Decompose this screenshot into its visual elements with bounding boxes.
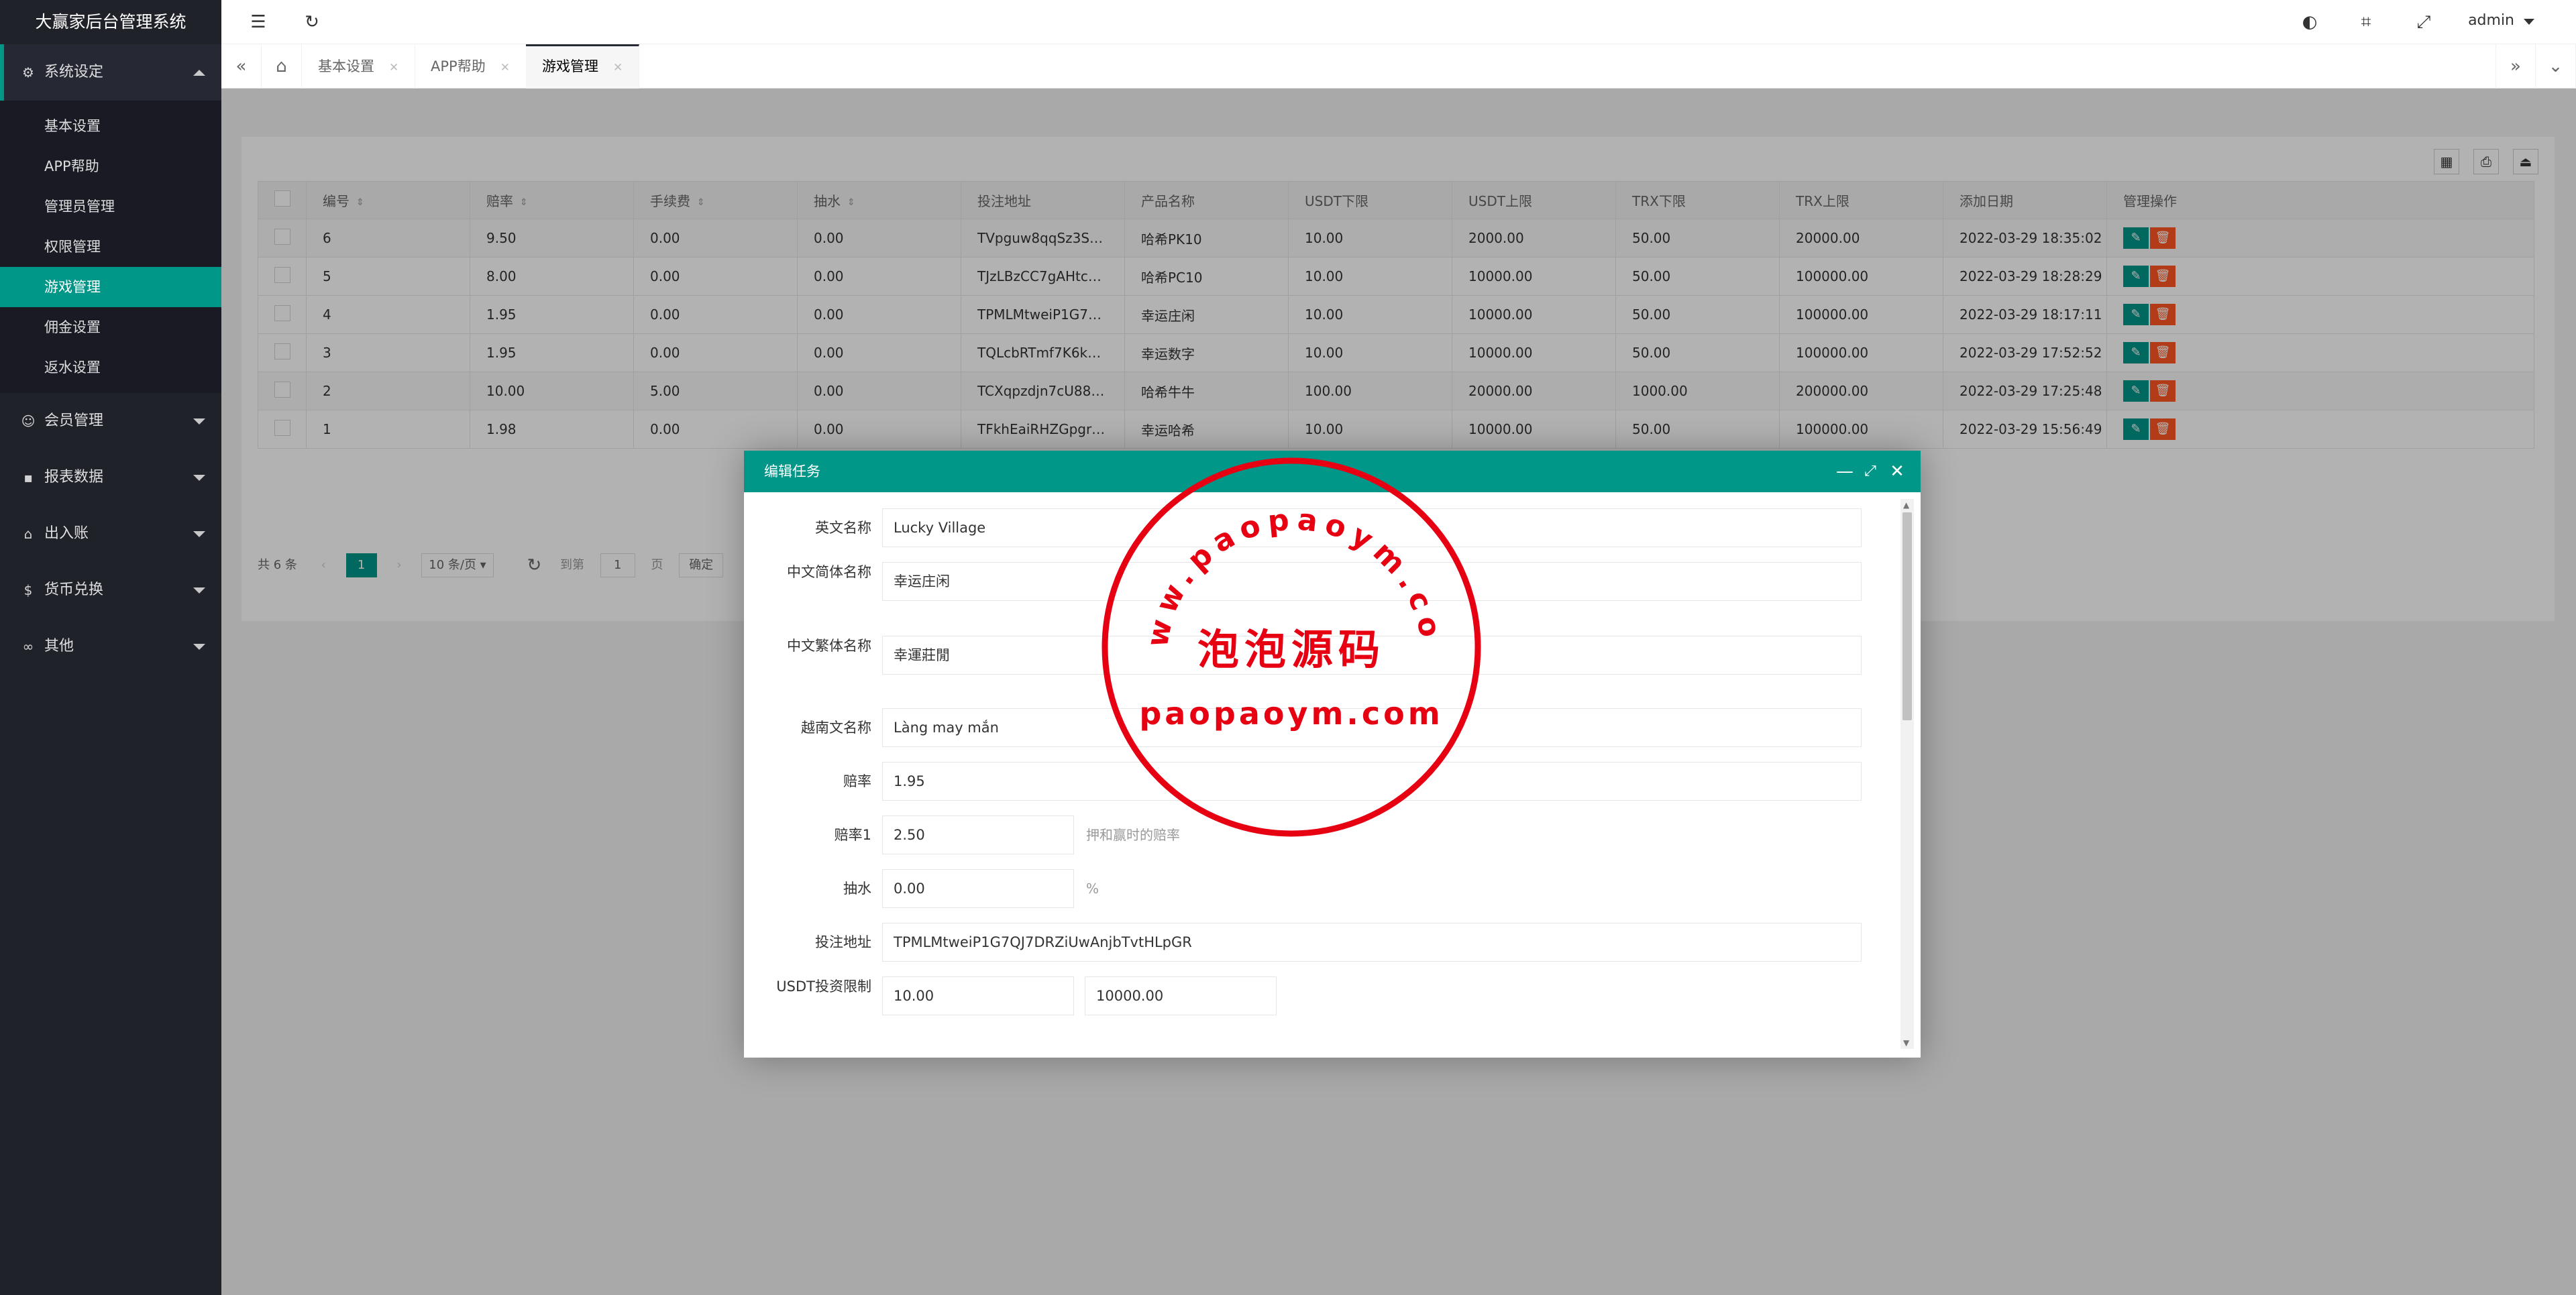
- stamp-main-text: 泡泡源码: [1197, 625, 1385, 674]
- chat-icon: ▪: [23, 469, 33, 486]
- field-label: 抽水: [843, 881, 871, 897]
- close-icon[interactable]: ✕: [613, 61, 623, 74]
- field-label: USDT投资限制: [776, 978, 871, 995]
- tab-label: 游戏管理: [542, 58, 598, 74]
- refresh-icon[interactable]: ↻: [302, 12, 322, 32]
- nav-group-label: 会员管理: [44, 412, 104, 429]
- tab-label: APP帮助: [431, 58, 486, 74]
- theme-icon[interactable]: ◐: [2300, 12, 2320, 32]
- minimize-icon[interactable]: —: [1835, 451, 1855, 492]
- sidebar-item-basic-settings[interactable]: 基本设置: [0, 106, 221, 146]
- chevron-down-icon: [193, 587, 205, 594]
- sidebar-item-app-help[interactable]: APP帮助: [0, 146, 221, 186]
- currency-icon: $: [23, 582, 33, 598]
- scroll-up-icon[interactable]: ▲: [1903, 500, 1909, 510]
- sidebar-item-commission-settings[interactable]: 佣金设置: [0, 307, 221, 347]
- stamp-arc-text: www.paopaoym.com: [1100, 456, 1448, 650]
- chevron-down-icon: [193, 644, 205, 650]
- sidebar-item-admin-management[interactable]: 管理员管理: [0, 186, 221, 227]
- gear-icon: ⚙: [22, 64, 34, 80]
- nav-group-member-management[interactable]: ☺ 会员管理: [0, 393, 221, 449]
- tab-bar: « ⌂ 基本设置 ✕ APP帮助 ✕ 游戏管理 ✕ » ⌄: [221, 44, 2576, 89]
- bank-icon: ⌂: [23, 526, 33, 542]
- chevron-down-icon: [193, 475, 205, 481]
- nav-group-currency-exchange[interactable]: $ 货币兑换: [0, 562, 221, 618]
- nav-group-label: 货币兑换: [44, 581, 104, 598]
- nav-group-other[interactable]: ∞ 其他: [0, 618, 221, 675]
- chevron-down-icon[interactable]: [2524, 19, 2534, 25]
- commission-input[interactable]: 0.00: [882, 869, 1074, 908]
- nav-group-deposits-withdrawals[interactable]: ⌂ 出入账: [0, 506, 221, 562]
- tab-app-help[interactable]: APP帮助 ✕: [415, 44, 527, 89]
- home-tab-icon[interactable]: ⌂: [262, 44, 302, 89]
- nav-group-label: 系统设定: [44, 64, 104, 80]
- tag-icon[interactable]: ⌗: [2356, 12, 2376, 32]
- modal-scrollbar[interactable]: ▲ ▼: [1900, 499, 1914, 1049]
- stamp-bottom-text: paopaoym.com: [1139, 695, 1443, 732]
- field-label: 中文繁体名称: [787, 638, 871, 654]
- close-icon[interactable]: ✕: [500, 61, 510, 74]
- nav-group-system-settings[interactable]: ⚙ 系统设定: [0, 44, 221, 101]
- bet-address-input[interactable]: TPMLMtweiP1G7QJ7DRZiUwAnjbTvtHLpGR: [882, 923, 1862, 962]
- maximize-icon[interactable]: ⤢: [1860, 451, 1880, 492]
- user-menu[interactable]: admin: [2468, 12, 2514, 29]
- link-icon: ∞: [22, 638, 34, 655]
- tab-basic-settings[interactable]: 基本设置 ✕: [302, 44, 416, 89]
- scroll-down-icon[interactable]: ▼: [1903, 1038, 1909, 1048]
- nav-group-label: 其他: [44, 638, 74, 655]
- usdt-min-input[interactable]: 10.00: [882, 976, 1074, 1015]
- chevron-up-icon: [193, 70, 205, 76]
- tabs-scroll-left-icon[interactable]: «: [221, 44, 262, 89]
- top-header: ☰ ↻ ◐ ⌗ ⤢ admin: [221, 0, 2576, 44]
- sidebar: 大赢家后台管理系统 ⚙ 系统设定 基本设置 APP帮助 管理员管理 权限管理 游…: [0, 0, 221, 1295]
- close-icon[interactable]: ✕: [389, 61, 398, 74]
- tab-label: 基本设置: [318, 58, 374, 74]
- sidebar-item-rebate-settings[interactable]: 返水设置: [0, 347, 221, 388]
- field-label: 投注地址: [815, 934, 871, 950]
- usdt-max-input[interactable]: 10000.00: [1085, 976, 1277, 1015]
- scrollbar-thumb[interactable]: [1902, 512, 1912, 720]
- modal-title: 编辑任务: [764, 463, 820, 480]
- tabs-menu-chevron-icon[interactable]: ⌄: [2536, 44, 2576, 89]
- tab-game-management[interactable]: 游戏管理 ✕: [526, 44, 640, 89]
- close-icon[interactable]: ✕: [1887, 451, 1907, 492]
- sidebar-item-permission-management[interactable]: 权限管理: [0, 227, 221, 267]
- sidebar-item-game-management[interactable]: 游戏管理: [0, 267, 221, 307]
- nav-group-label: 报表数据: [44, 469, 104, 486]
- odds1-input[interactable]: 2.50: [882, 815, 1074, 854]
- tabs-scroll-right-icon[interactable]: »: [2496, 44, 2536, 89]
- chevron-down-icon: [193, 418, 205, 425]
- field-label: 英文名称: [815, 520, 871, 536]
- chevron-down-icon: [193, 531, 205, 537]
- field-label: 赔率: [843, 773, 871, 789]
- menu-toggle-icon[interactable]: ☰: [248, 12, 268, 32]
- field-label: 赔率1: [834, 827, 871, 843]
- field-label: 越南文名称: [801, 720, 871, 736]
- user-icon: ☺: [21, 413, 36, 429]
- percent-unit: %: [1086, 881, 1099, 897]
- watermark-stamp: www.paopaoym.com 泡泡源码 paopaoym.com: [1100, 456, 1481, 837]
- nav-group-label: 出入账: [44, 525, 89, 542]
- field-label: 中文简体名称: [787, 564, 871, 580]
- nav-group-report-data[interactable]: ▪ 报表数据: [0, 449, 221, 506]
- app-logo-title: 大赢家后台管理系统: [0, 0, 221, 44]
- fullscreen-icon[interactable]: ⤢: [2414, 12, 2434, 32]
- sub-menu: 基本设置 APP帮助 管理员管理 权限管理 游戏管理 佣金设置 返水设置: [0, 101, 221, 393]
